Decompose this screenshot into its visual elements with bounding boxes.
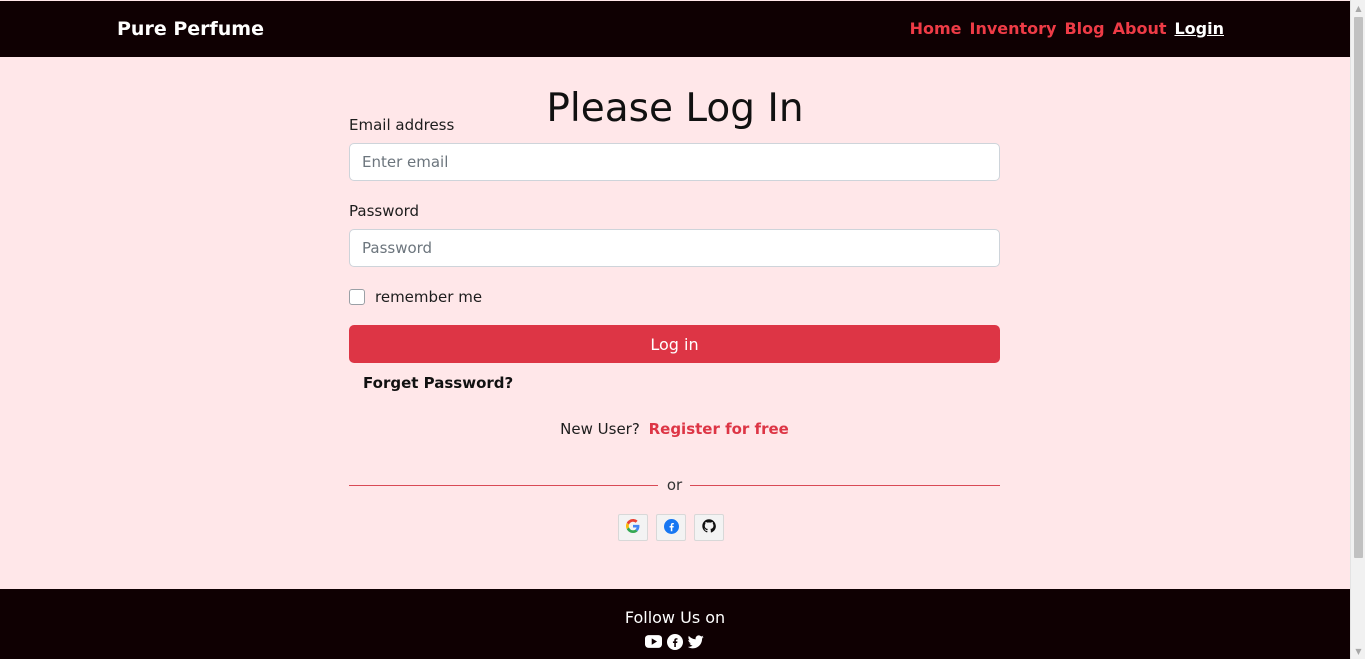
divider-text: or xyxy=(666,476,683,494)
forgot-password-link[interactable]: Forget Password? xyxy=(363,374,513,392)
google-icon xyxy=(626,519,640,536)
password-group: Password xyxy=(349,202,1000,267)
register-link[interactable]: Register for free xyxy=(649,420,789,438)
social-login-buttons xyxy=(618,514,724,541)
scrollbar-thumb[interactable] xyxy=(1354,17,1363,558)
login-button[interactable]: Log in xyxy=(349,325,1000,363)
facebook-login-button[interactable] xyxy=(656,514,686,541)
email-label: Email address xyxy=(349,116,455,134)
register-line: New User? Register for free xyxy=(349,420,1000,438)
remember-me-checkbox[interactable] xyxy=(349,289,365,305)
remember-me-row[interactable]: remember me xyxy=(349,288,482,306)
vertical-scrollbar[interactable]: ▲ ▼ xyxy=(1350,0,1365,659)
footer: Follow Us on xyxy=(0,589,1350,659)
password-label: Password xyxy=(349,202,420,220)
github-icon xyxy=(702,519,716,536)
footer-title: Follow Us on xyxy=(624,608,726,627)
page: Pure Perfume Home Inventory Blog About L… xyxy=(0,0,1350,659)
nav-login[interactable]: Login xyxy=(1174,19,1224,38)
nav-about[interactable]: About xyxy=(1113,19,1167,38)
divider-line-right xyxy=(690,485,1000,486)
google-login-button[interactable] xyxy=(618,514,648,541)
remember-me-label: remember me xyxy=(375,288,483,306)
nav-blog[interactable]: Blog xyxy=(1064,19,1104,38)
nav-links: Home Inventory Blog About Login xyxy=(910,19,1224,38)
scroll-up-arrow-icon[interactable]: ▲ xyxy=(1351,0,1365,16)
github-login-button[interactable] xyxy=(694,514,724,541)
facebook-icon xyxy=(663,518,679,537)
top-navbar: Pure Perfume Home Inventory Blog About L… xyxy=(0,1,1350,57)
new-user-text: New User? xyxy=(560,420,640,438)
footer-social-icons xyxy=(645,633,704,650)
email-group: Email address xyxy=(349,116,1000,181)
youtube-icon[interactable] xyxy=(645,633,662,650)
brand-logo[interactable]: Pure Perfume xyxy=(117,18,264,40)
scroll-down-arrow-icon[interactable]: ▼ xyxy=(1351,643,1365,659)
email-input[interactable] xyxy=(349,143,1000,181)
twitter-icon[interactable] xyxy=(687,633,704,650)
or-divider: or xyxy=(349,476,1000,496)
nav-home[interactable]: Home xyxy=(910,19,962,38)
facebook-icon[interactable] xyxy=(666,633,683,650)
password-input[interactable] xyxy=(349,229,1000,267)
divider-line-left xyxy=(349,485,658,486)
nav-inventory[interactable]: Inventory xyxy=(970,19,1057,38)
